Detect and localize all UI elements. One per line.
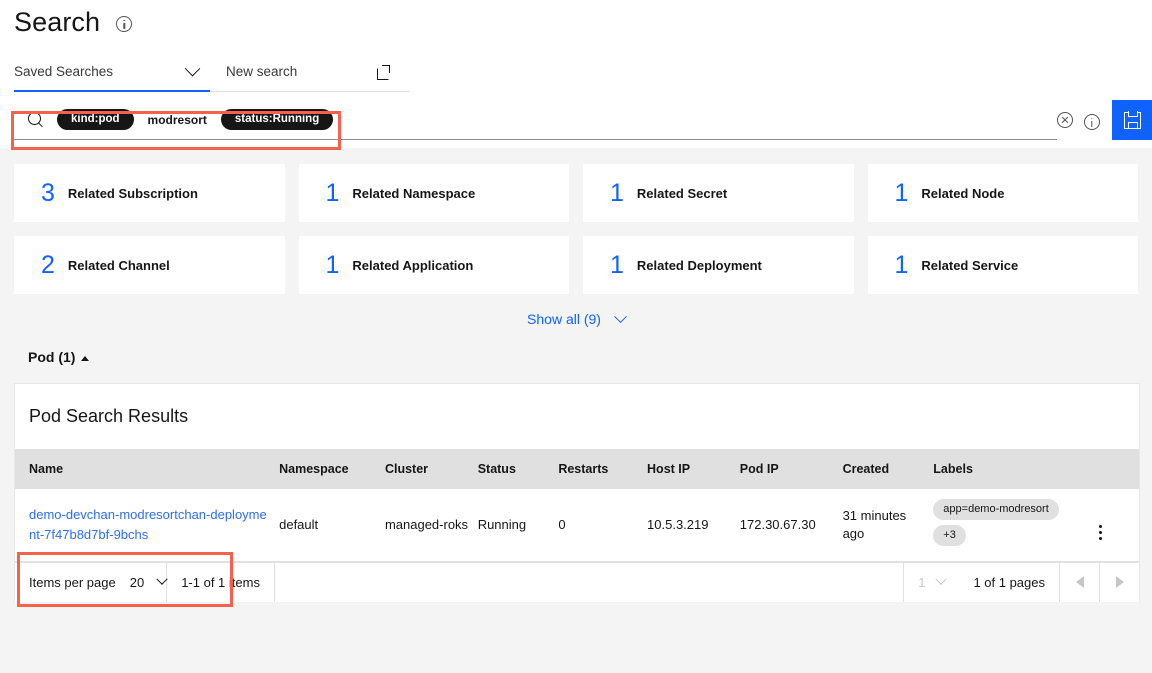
cell-cluster: managed-roks [384, 489, 478, 562]
related-card-subscription[interactable]: 3 Related Subscription [14, 164, 285, 222]
pod-results-table: Name Namespace Cluster Status Restarts H… [15, 449, 1139, 562]
table-body: demo-devchan-modresortchan-deployment-7f… [15, 489, 1139, 562]
related-card-label: Related Subscription [67, 185, 198, 201]
pagination-bar: Items per page 20 1-1 of 1 items 1 1 of … [15, 561, 1139, 602]
related-card-count: 1 [894, 178, 909, 207]
table-header: Name Namespace Cluster Status Restarts H… [15, 449, 1139, 489]
column-header-pod-ip[interactable]: Pod IP [739, 449, 843, 489]
tab-saved-searches-label: Saved Searches [14, 63, 114, 79]
cell-pod-ip: 172.30.67.30 [739, 489, 843, 562]
search-token-kind[interactable]: kind:pod [57, 108, 134, 131]
table-row: demo-devchan-modresortchan-deployment-7f… [15, 489, 1139, 562]
related-card-service[interactable]: 1 Related Service [867, 236, 1138, 294]
related-resources-grid: 3 Related Subscription 1 Related Namespa… [0, 148, 1152, 294]
related-card-label: Related Namespace [352, 185, 476, 201]
items-per-page-value: 20 [129, 574, 145, 590]
items-per-page-group: Items per page 20 [15, 563, 168, 602]
info-circle-icon[interactable] [1084, 114, 1100, 130]
tab-new-search-label: New search [226, 64, 298, 79]
table-header-row: Name Namespace Cluster Status Restarts H… [15, 449, 1139, 489]
pod-name-link[interactable]: demo-devchan-modresortchan-deployment-7f… [29, 505, 271, 544]
cell-actions [1098, 489, 1139, 562]
related-card-namespace[interactable]: 1 Related Namespace [298, 164, 569, 222]
column-header-cluster[interactable]: Cluster [384, 449, 478, 489]
column-header-namespace[interactable]: Namespace [279, 449, 385, 489]
pagination-prev-button[interactable] [1059, 562, 1099, 602]
related-card-count: 3 [41, 178, 55, 207]
cell-namespace: default [279, 489, 385, 562]
items-per-page-select[interactable]: 20 [129, 573, 168, 590]
related-card-count: 1 [610, 178, 624, 207]
pod-section-title: Pod (1) [28, 349, 76, 365]
related-card-deployment[interactable]: 1 Related Deployment [583, 236, 854, 294]
title-row: Search [14, 0, 1138, 44]
related-card-count: 1 [894, 250, 909, 279]
chevron-down-icon[interactable] [184, 60, 201, 76]
pagination-pages-text: 1 of 1 pages [973, 574, 1045, 590]
column-header-actions [1098, 449, 1139, 489]
related-card-label: Related Service [921, 257, 1019, 273]
caret-right-icon [1115, 576, 1124, 589]
cell-host-ip: 10.5.3.219 [647, 489, 740, 562]
search-input[interactable]: kind:pod modresort status:Running [14, 100, 1057, 140]
related-card-count: 1 [610, 250, 624, 279]
items-per-page-label: Items per page [29, 574, 116, 590]
cell-created: 31 minutes ago [842, 489, 934, 562]
cell-status: Running [477, 489, 559, 562]
pagination-spacer [273, 562, 903, 602]
column-header-host-ip[interactable]: Host IP [647, 449, 740, 489]
tab-new-search[interactable]: New search [210, 52, 410, 91]
column-header-name[interactable]: Name [15, 449, 280, 489]
pod-section-toggle[interactable]: Pod (1) [0, 344, 1152, 370]
related-card-label: Related Channel [67, 257, 170, 273]
cell-restarts: 0 [558, 489, 648, 562]
save-icon [1123, 111, 1141, 129]
close-circle-icon[interactable] [1057, 112, 1073, 128]
related-card-channel[interactable]: 2 Related Channel [14, 236, 285, 294]
caret-up-icon [81, 355, 90, 361]
column-header-created[interactable]: Created [842, 449, 934, 489]
related-card-count: 1 [325, 250, 340, 279]
search-actions [1057, 100, 1112, 140]
page-title: Search [14, 7, 101, 37]
table-title: Pod Search Results [29, 406, 189, 426]
show-all-row: Show all (9) [0, 294, 1152, 344]
related-card-label: Related Deployment [636, 257, 762, 273]
pod-results-panel: Pod Search Results Name Namespace Cluste… [14, 383, 1140, 602]
chevron-down-icon[interactable] [614, 309, 627, 323]
launch-icon[interactable] [377, 65, 390, 80]
search-token-text[interactable]: modresort [148, 113, 207, 127]
cell-labels: app=demo-modresort +3 [933, 489, 1099, 562]
related-card-node[interactable]: 1 Related Node [867, 164, 1138, 222]
label-chip-more[interactable]: +3 [933, 524, 966, 546]
search-bar: kind:pod modresort status:Running [0, 92, 1152, 148]
related-card-label: Related Secret [636, 185, 728, 201]
related-card-label: Related Application [352, 257, 474, 273]
search-icon [28, 112, 43, 127]
related-card-count: 2 [41, 250, 55, 279]
chevron-down-icon [935, 573, 948, 586]
tab-saved-searches[interactable]: Saved Searches [14, 52, 210, 92]
column-header-restarts[interactable]: Restarts [558, 449, 648, 489]
pagination-next-button[interactable] [1099, 562, 1139, 602]
info-icon[interactable] [116, 16, 133, 32]
save-search-button[interactable] [1112, 100, 1152, 140]
cell-name: demo-devchan-modresortchan-deployment-7f… [15, 489, 280, 562]
page-number-select[interactable]: 1 [903, 562, 959, 602]
column-header-labels[interactable]: Labels [933, 449, 1099, 489]
related-card-application[interactable]: 1 Related Application [298, 236, 569, 294]
tab-bar: Saved Searches New search [14, 52, 410, 92]
page-header: Search Saved Searches New search [0, 0, 1152, 92]
column-header-status[interactable]: Status [477, 449, 559, 489]
caret-left-icon [1075, 576, 1084, 589]
show-all-link[interactable]: Show all (9) [527, 311, 601, 327]
related-card-label: Related Node [921, 185, 1005, 201]
label-chip[interactable]: app=demo-modresort [933, 499, 1059, 520]
search-token-status[interactable]: status:Running [220, 108, 334, 131]
page-number-value: 1 [918, 574, 926, 590]
pagination-range: 1-1 of 1 items [166, 562, 274, 602]
related-card-count: 1 [325, 178, 340, 207]
related-card-secret[interactable]: 1 Related Secret [583, 164, 854, 222]
